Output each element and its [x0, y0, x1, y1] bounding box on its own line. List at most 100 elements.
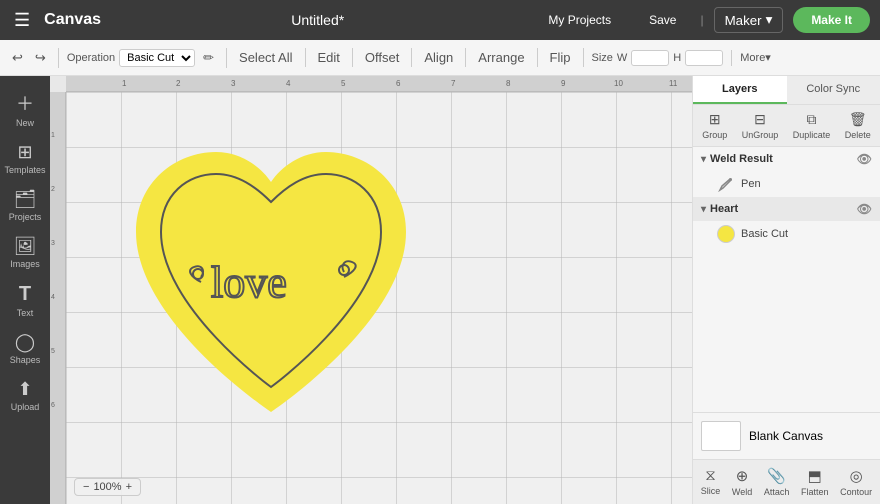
- toolbar-size-group: Size W H: [592, 50, 733, 66]
- document-title: Untitled*: [291, 12, 344, 28]
- maker-button[interactable]: Maker ▾: [714, 7, 784, 33]
- layer-group-heart-name: Heart: [710, 203, 738, 215]
- weld-label: Weld: [732, 487, 752, 497]
- align-button[interactable]: Align: [420, 48, 457, 67]
- weld-button[interactable]: ⊕ Weld: [728, 464, 756, 500]
- layer-item-pen-label: Pen: [741, 178, 761, 190]
- sidebar-item-templates-label: Templates: [4, 165, 45, 175]
- blank-canvas-section: Blank Canvas: [693, 412, 880, 459]
- flip-button[interactable]: Flip: [546, 48, 575, 67]
- toolbar-edit-group: Edit: [314, 48, 353, 67]
- toolbar-offset-group: Offset: [361, 48, 412, 67]
- nav-right: My Projects Save | Maker ▾ Make It: [534, 7, 870, 33]
- flatten-button[interactable]: ⬒ Flatten: [797, 464, 833, 500]
- bottom-tools: ⧖ Slice ⊕ Weld 📎 Attach ⬒ Flatten ◎ Cont…: [693, 459, 880, 504]
- images-icon: 🖼: [14, 236, 37, 257]
- redo-button[interactable]: ↪: [31, 48, 50, 68]
- sidebar-item-shapes-label: Shapes: [10, 355, 41, 365]
- main-area: ＋ New ⊞ Templates 🗂 Projects 🖼 Images T …: [0, 76, 880, 504]
- sidebar-item-new[interactable]: ＋ New: [0, 84, 50, 134]
- more-button[interactable]: More▾: [740, 51, 771, 64]
- layers-content: ▾ Weld Result 👁 Pen ▾: [693, 147, 880, 412]
- toolbar-arrange-group: Arrange: [474, 48, 537, 67]
- ungroup-icon: ⊟: [754, 111, 766, 128]
- contour-button[interactable]: ◎ Contour: [836, 464, 876, 500]
- ruler-top: 1 2 3 4 5 6 7 8 9 10 11: [66, 76, 692, 92]
- zoom-decrease-icon[interactable]: −: [83, 481, 89, 493]
- sidebar-item-projects-label: Projects: [9, 212, 42, 222]
- pen-layer-icon: [717, 175, 735, 193]
- delete-label: Delete: [845, 130, 871, 140]
- attach-button[interactable]: 📎 Attach: [760, 464, 794, 500]
- layer-group-heart-header[interactable]: ▾ Heart 👁: [693, 197, 880, 221]
- size-label: Size: [592, 52, 613, 64]
- sidebar-item-upload[interactable]: ⬆ Upload: [0, 373, 50, 418]
- contour-label: Contour: [840, 487, 872, 497]
- eye-icon-heart[interactable]: 👁: [857, 202, 872, 216]
- top-nav: ☰ Canvas Untitled* My Projects Save | Ma…: [0, 0, 880, 40]
- ungroup-button[interactable]: ⊟ UnGroup: [738, 109, 783, 142]
- sidebar-item-upload-label: Upload: [11, 402, 40, 412]
- nav-divider: |: [700, 13, 703, 27]
- slice-icon: ⧖: [705, 467, 716, 484]
- layer-item-pen[interactable]: Pen: [693, 171, 880, 197]
- height-input[interactable]: [685, 50, 723, 66]
- upload-icon: ⬆: [17, 379, 32, 400]
- group-icon: ⊞: [709, 111, 721, 128]
- app-logo: Canvas: [44, 11, 101, 29]
- text-icon: T: [19, 283, 31, 306]
- canvas-area[interactable]: 1 2 3 4 5 6 7 8 9 10 11 1 2 3 4 5 6: [50, 76, 692, 504]
- group-button[interactable]: ⊞ Group: [698, 109, 731, 142]
- sidebar-item-projects[interactable]: 🗂 Projects: [0, 183, 50, 228]
- sidebar-item-text-label: Text: [17, 308, 34, 318]
- width-input[interactable]: [631, 50, 669, 66]
- layer-group-weld-result-header[interactable]: ▾ Weld Result 👁: [693, 147, 880, 171]
- layer-item-basic-cut-label: Basic Cut: [741, 228, 788, 240]
- attach-icon: 📎: [767, 467, 786, 485]
- toolbar-align-group: Align: [420, 48, 466, 67]
- ungroup-label: UnGroup: [742, 130, 779, 140]
- duplicate-button[interactable]: ⧉ Duplicate: [789, 109, 835, 142]
- menu-icon[interactable]: ☰: [10, 8, 34, 33]
- select-all-button[interactable]: Select All: [235, 48, 296, 67]
- sidebar-item-text[interactable]: T Text: [0, 277, 50, 324]
- zoom-indicator: − 100% +: [74, 478, 141, 496]
- sidebar-item-images-label: Images: [10, 259, 40, 269]
- slice-button[interactable]: ⧖ Slice: [697, 464, 725, 500]
- templates-icon: ⊞: [17, 142, 32, 163]
- arrange-button[interactable]: Arrange: [474, 48, 528, 67]
- chevron-down-icon: ▾: [766, 12, 773, 28]
- make-it-button[interactable]: Make It: [793, 7, 870, 33]
- projects-icon: 🗂: [14, 189, 37, 210]
- edit-button[interactable]: Edit: [314, 48, 344, 67]
- panel-toolbar: ⊞ Group ⊟ UnGroup ⧉ Duplicate 🗑 Delete: [693, 105, 880, 147]
- my-projects-button[interactable]: My Projects: [534, 8, 625, 32]
- heart-design[interactable]: love: [116, 122, 426, 452]
- zoom-increase-icon[interactable]: +: [126, 481, 132, 493]
- left-sidebar: ＋ New ⊞ Templates 🗂 Projects 🖼 Images T …: [0, 76, 50, 504]
- eye-icon-weld[interactable]: 👁: [857, 152, 872, 166]
- h-label: H: [673, 52, 681, 64]
- flatten-icon: ⬒: [808, 467, 822, 485]
- layer-item-basic-cut[interactable]: Basic Cut: [693, 221, 880, 247]
- group-label: Group: [702, 130, 727, 140]
- operation-select[interactable]: Basic Cut: [119, 49, 195, 67]
- shapes-icon: ◯: [15, 332, 35, 353]
- duplicate-icon: ⧉: [806, 111, 816, 128]
- delete-button[interactable]: 🗑 Delete: [841, 109, 875, 142]
- tab-layers[interactable]: Layers: [693, 76, 787, 104]
- toolbar-undo-group: ↩ ↪: [8, 48, 59, 68]
- save-button[interactable]: Save: [635, 8, 690, 32]
- flatten-label: Flatten: [801, 487, 829, 497]
- panel-tabs: Layers Color Sync: [693, 76, 880, 105]
- chevron-down-heart-icon: ▾: [701, 204, 706, 215]
- sidebar-item-shapes[interactable]: ◯ Shapes: [0, 326, 50, 371]
- offset-button[interactable]: Offset: [361, 48, 403, 67]
- sidebar-item-new-label: New: [16, 118, 34, 128]
- tab-color-sync[interactable]: Color Sync: [787, 76, 880, 104]
- toolbar-flip-group: Flip: [546, 48, 584, 67]
- undo-button[interactable]: ↩: [8, 48, 27, 68]
- edit-icon[interactable]: ✏: [199, 48, 218, 68]
- sidebar-item-images[interactable]: 🖼 Images: [0, 230, 50, 275]
- sidebar-item-templates[interactable]: ⊞ Templates: [0, 136, 50, 181]
